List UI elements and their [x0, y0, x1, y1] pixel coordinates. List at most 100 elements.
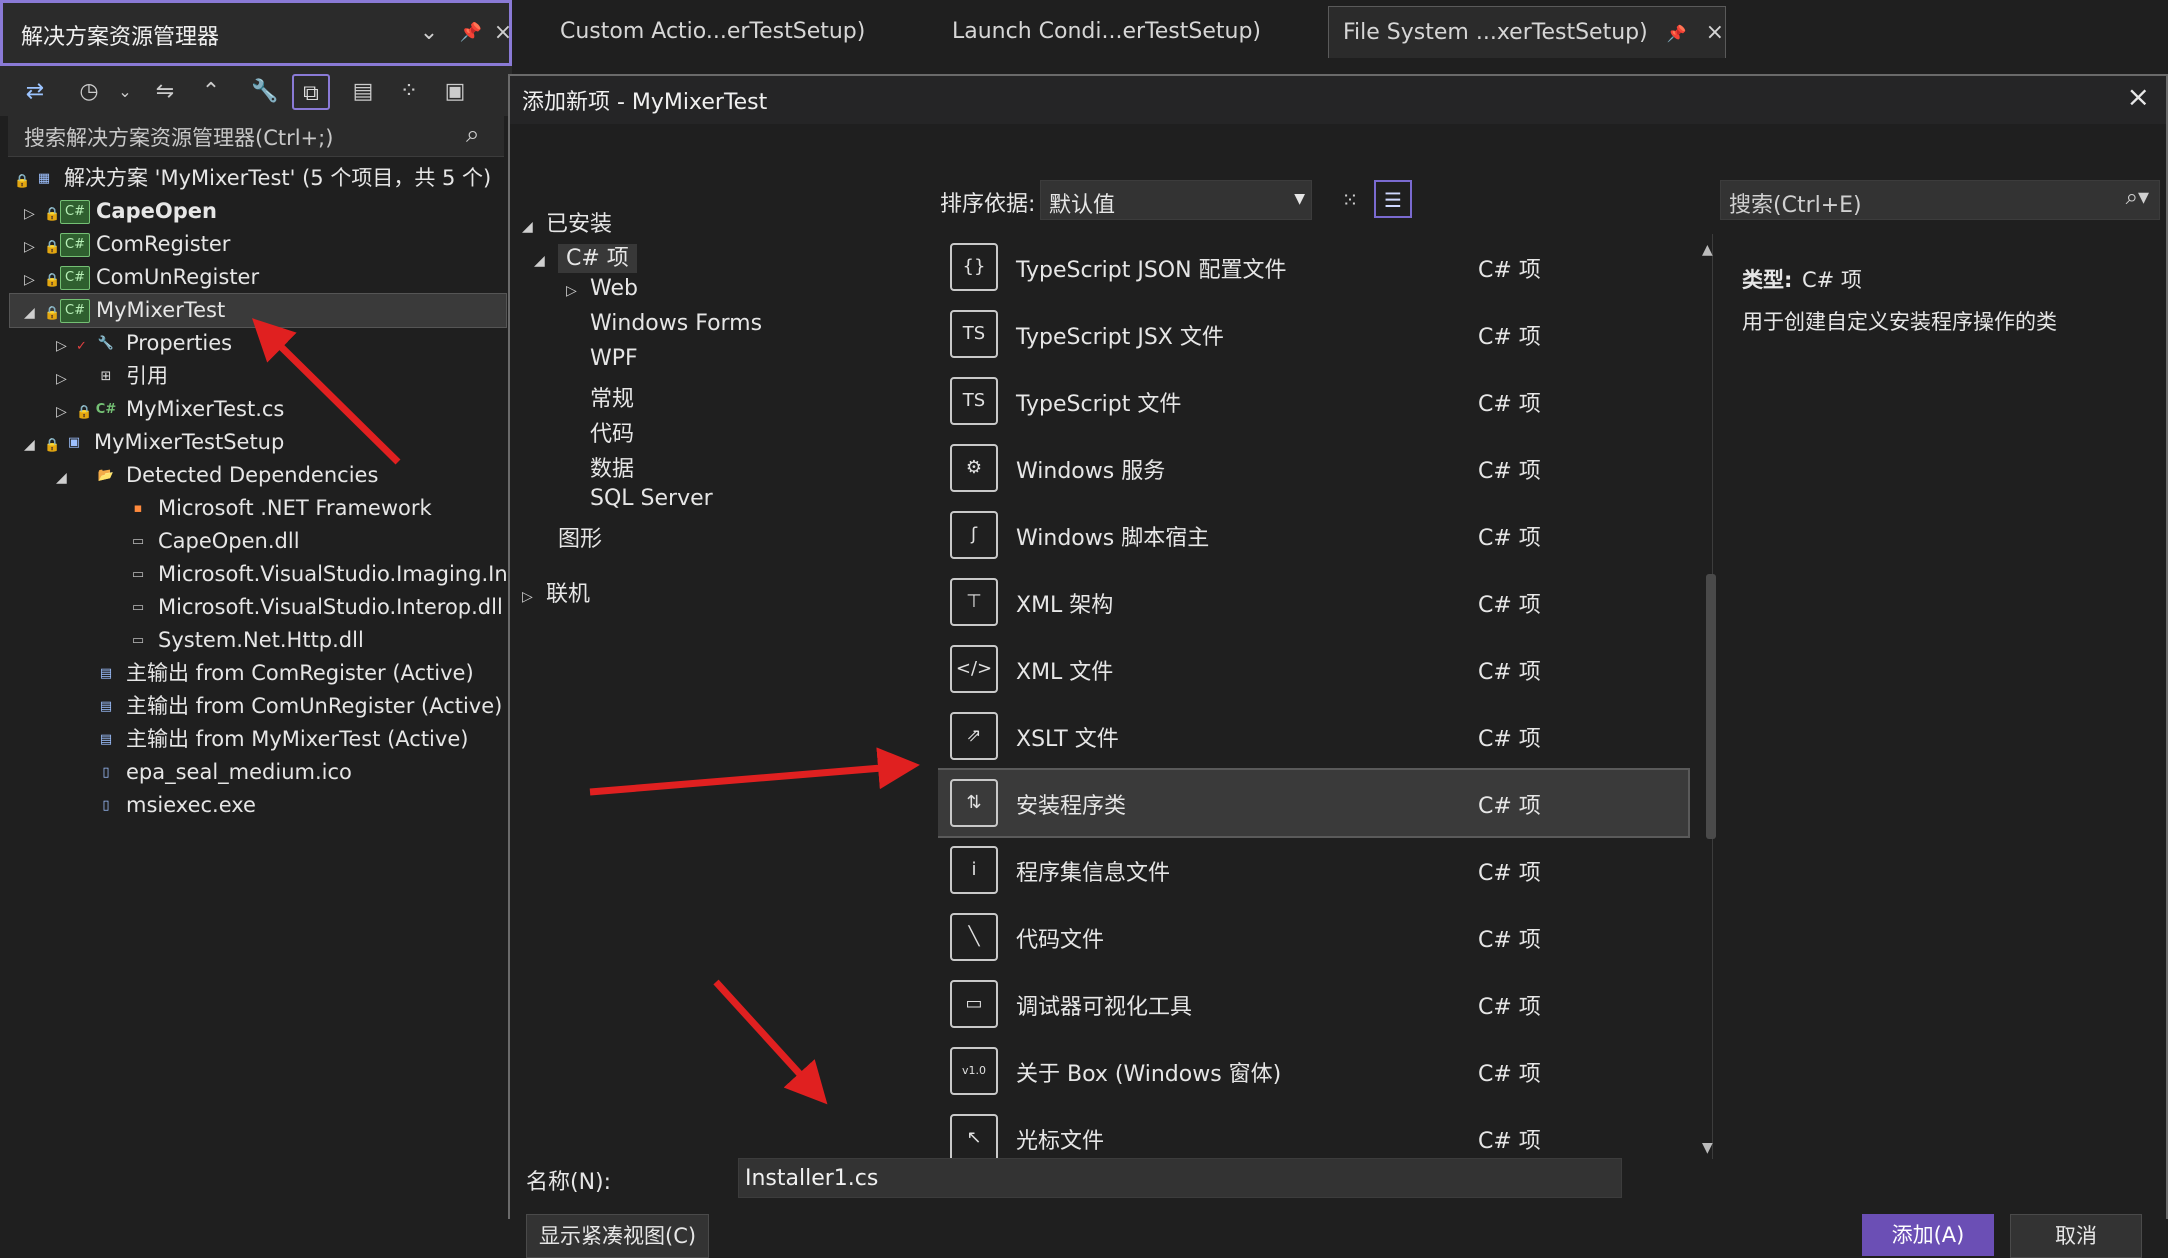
tab-custom-actions[interactable]: Custom Actio...erTestSetup)	[546, 6, 879, 58]
tree-project-mymixertest[interactable]: ◢ 🔒 C# MyMixerTest	[9, 293, 507, 330]
category-item[interactable]: 图形	[558, 521, 602, 553]
tree-dependency[interactable]: ▪ Microsoft .NET Framework	[124, 492, 432, 525]
scroll-up-icon[interactable]: ▲	[1702, 242, 1713, 258]
template-type: C# 项	[1478, 928, 1541, 953]
expand-icon[interactable]: ▷	[24, 231, 44, 264]
cancel-button[interactable]: 取消	[2010, 1214, 2142, 1258]
tab-launch-conditions[interactable]: Launch Condi...erTestSetup)	[938, 6, 1275, 58]
show-all-files-icon[interactable]: ▤	[344, 74, 382, 110]
tab-file-system[interactable]: File System ...xerTestSetup) 📌 ×	[1328, 6, 1726, 58]
tree-references[interactable]: ▷ ⊞ 引用	[56, 360, 168, 393]
expand-icon[interactable]: ▷	[56, 396, 76, 429]
template-item[interactable]: TS TypeScript JSX 文件 C# 项	[938, 301, 1688, 367]
template-search-input[interactable]: 搜索(Ctrl+E) ⌕▾	[1720, 180, 2160, 220]
tree-project-comregister[interactable]: ▷ 🔒 C# ComRegister	[24, 228, 230, 261]
sync-icon[interactable]: ⇄	[16, 74, 54, 110]
name-input[interactable]	[738, 1158, 1622, 1198]
template-item[interactable]: TS TypeScript 文件 C# 项	[938, 368, 1688, 434]
wrench-icon[interactable]: 🔧	[246, 74, 284, 110]
tree-output[interactable]: ▤ 主输出 from ComRegister (Active)	[92, 657, 474, 690]
template-item[interactable]: ⇗ XSLT 文件 C# 项	[938, 703, 1688, 769]
swap-icon[interactable]: ⇋	[146, 74, 184, 110]
category-web[interactable]: ▷ Web	[566, 276, 638, 301]
template-item[interactable]: i 程序集信息文件 C# 项	[938, 837, 1688, 903]
collapse-icon[interactable]: ◢	[534, 253, 558, 269]
tree-project-comunregister[interactable]: ▷ 🔒 C# ComUnRegister	[24, 261, 259, 294]
close-icon[interactable]: ×	[1706, 20, 1724, 45]
template-item[interactable]: ↖ 光标文件 C# 项	[938, 1105, 1688, 1159]
history-icon[interactable]: ◷	[70, 74, 108, 110]
scroll-down-icon[interactable]: ▼	[1702, 1140, 1713, 1156]
category-online[interactable]: ▷ 联机	[522, 576, 590, 608]
dll-icon: ▭	[131, 534, 145, 549]
category-item[interactable]: 代码	[590, 416, 634, 448]
collapse-icon[interactable]: ◢	[56, 462, 76, 495]
category-item[interactable]: WPF	[590, 346, 638, 371]
sort-dropdown[interactable]: 默认值 ▼	[1040, 180, 1312, 220]
tree-label: 主输出 from MyMixerTest (Active)	[126, 727, 469, 751]
tree-label: Microsoft .NET Framework	[158, 496, 432, 520]
template-item[interactable]: </> XML 文件 C# 项	[938, 636, 1688, 702]
category-item[interactable]: 数据	[590, 451, 634, 483]
compact-view-button[interactable]: 显示紧凑视图(C)	[526, 1214, 710, 1258]
expand-icon[interactable]: ▷	[56, 363, 76, 396]
tree-project-capeopen[interactable]: ▷ 🔒 C# CapeOpen	[24, 195, 217, 228]
pin-icon[interactable]: 📌	[455, 17, 487, 49]
search-icon[interactable]: ⌕▾	[2126, 185, 2149, 210]
tree-dependency[interactable]: ▭ System.Net.Http.dll	[124, 624, 364, 657]
expand-icon[interactable]: ▷	[566, 283, 590, 299]
category-item[interactable]: SQL Server	[590, 486, 713, 511]
lock-icon: 🔒	[44, 240, 61, 255]
chevron-down-icon[interactable]: ⌄	[413, 17, 445, 49]
collapse-icon[interactable]: ◢	[522, 219, 546, 235]
template-item[interactable]: ▭ 调试器可视化工具 C# 项	[938, 971, 1688, 1037]
editor-tab-strip: Custom Actio...erTestSetup) Launch Condi…	[512, 0, 2168, 60]
expand-icon[interactable]: ▷	[56, 330, 76, 363]
category-csharp[interactable]: ◢ C# 项	[534, 240, 637, 273]
tree-project-setup[interactable]: ◢ 🔒 ▣ MyMixerTestSetup	[24, 426, 284, 459]
template-item-selected[interactable]: ⇅ 安装程序类 C# 项	[938, 768, 1690, 838]
close-icon[interactable]: ×	[2127, 80, 2150, 113]
collapse-all-icon[interactable]: ⌃	[192, 74, 230, 110]
template-item[interactable]: ╲ 代码文件 C# 项	[938, 904, 1688, 970]
tree-dependency[interactable]: ▭ CapeOpen.dll	[124, 525, 300, 558]
collapse-icon[interactable]: ◢	[24, 429, 44, 462]
tree-dependency[interactable]: ▭ Microsoft.VisualStudio.Imaging.Int	[124, 558, 506, 591]
tree-file[interactable]: ▯ epa_seal_medium.ico	[92, 756, 351, 789]
category-item[interactable]: 常规	[590, 381, 634, 413]
tree-output[interactable]: ▤ 主输出 from MyMixerTest (Active)	[92, 723, 469, 756]
template-list-scrollbar[interactable]: ▲ ▼	[1700, 234, 1720, 1159]
expand-icon[interactable]: ▷	[24, 264, 44, 297]
tree-label: Properties	[126, 331, 233, 355]
search-icon[interactable]: ⌕	[466, 120, 479, 148]
template-item[interactable]: {} TypeScript JSON 配置文件 C# 项	[938, 234, 1688, 300]
template-item[interactable]: ⚙ Windows 服务 C# 项	[938, 435, 1688, 501]
template-item[interactable]: v1.0 关于 Box (Windows 窗体) C# 项	[938, 1038, 1688, 1104]
template-name: TypeScript 文件	[1016, 392, 1182, 417]
template-item[interactable]: ʃ Windows 脚本宿主 C# 项	[938, 502, 1688, 568]
category-item[interactable]: Windows Forms	[590, 311, 762, 336]
solution-search-box[interactable]: 搜索解决方案资源管理器(Ctrl+;) ⌕	[8, 116, 504, 157]
collapse-icon[interactable]: ◢	[24, 297, 44, 330]
template-item[interactable]: ⊤ XML 架构 C# 项	[938, 569, 1688, 635]
tree-file-mymixertest-cs[interactable]: ▷ 🔒 C# MyMixerTest.cs	[56, 393, 284, 426]
expand-icon[interactable]: ▷	[522, 589, 546, 605]
close-icon[interactable]: ×	[493, 17, 513, 49]
pin-icon[interactable]: 📌	[1667, 24, 1687, 43]
properties-icon[interactable]: ⁘	[390, 74, 428, 110]
tree-file[interactable]: ▯ msiexec.exe	[92, 789, 256, 822]
tree-output[interactable]: ▤ 主输出 from ComUnRegister (Active)	[92, 690, 503, 723]
tree-solution-node[interactable]: 🔒 ▦ 解决方案 'MyMixerTest' (5 个项目，共 5 个)	[14, 162, 491, 195]
chevron-down-icon[interactable]: ⌄	[106, 74, 144, 110]
tree-detected-dependencies[interactable]: ◢ 📂 Detected Dependencies	[56, 459, 378, 492]
expand-icon[interactable]: ▷	[24, 198, 44, 231]
list-view-icon[interactable]: ☰	[1374, 180, 1412, 218]
grid-view-icon[interactable]: ⁙	[1332, 182, 1368, 218]
view-code-icon[interactable]: ▣	[436, 74, 474, 110]
add-button[interactable]: 添加(A)	[1862, 1214, 1994, 1256]
tree-properties[interactable]: ▷ ✓ 🔧 Properties	[56, 327, 232, 360]
scroll-thumb[interactable]	[1706, 574, 1716, 839]
tree-dependency[interactable]: ▭ Microsoft.VisualStudio.Interop.dll	[124, 591, 503, 624]
category-installed[interactable]: ◢ 已安装	[522, 206, 612, 238]
preview-toggle-icon[interactable]: ⧉	[292, 74, 330, 110]
